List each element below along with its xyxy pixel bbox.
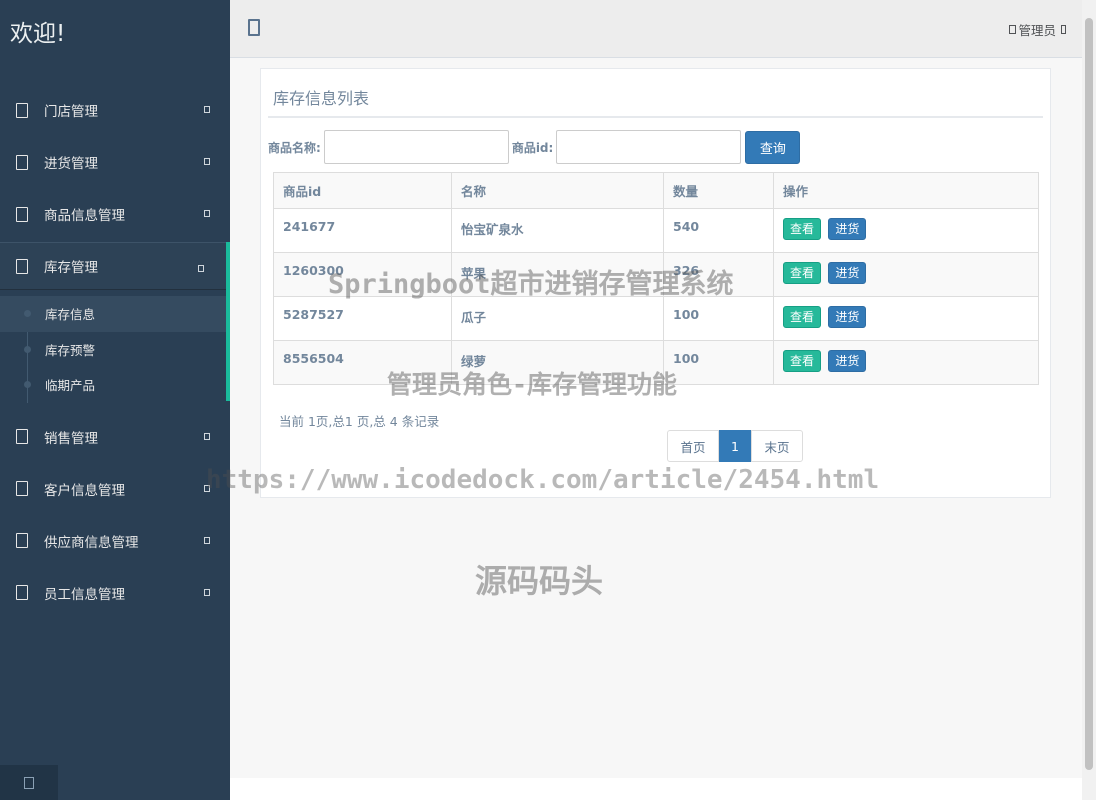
cell-name: 瓜子 — [451, 296, 664, 341]
sidebar-item-label: 客户信息管理 — [44, 482, 125, 499]
sidebar-item-label: 商品信息管理 — [44, 208, 125, 224]
submenu-item-label: 库存信息 — [45, 307, 96, 323]
user-icon — [1009, 25, 1017, 34]
product-icon — [16, 206, 28, 222]
sidebar-item-label: 门店管理 — [44, 104, 98, 120]
customer-icon — [16, 481, 28, 496]
scrollbar-thumb[interactable] — [1085, 18, 1093, 770]
sidebar-item-employee[interactable]: 员工信息管理 — [0, 567, 230, 619]
view-button[interactable]: 查看 — [783, 218, 822, 240]
sidebar-item-label: 销售管理 — [44, 430, 98, 447]
main-content: 库存信息列表 商品名称: 商品id: 查询 商品id 名称 数量 操作 2416… — [230, 58, 1082, 778]
store-icon — [16, 102, 28, 118]
current-page-button[interactable]: 1 — [719, 430, 751, 462]
sidebar-item-store[interactable]: 门店管理 — [0, 84, 230, 136]
submenu-item-inventory-info[interactable]: 库存信息 — [0, 296, 230, 332]
sidebar-item-label: 员工信息管理 — [44, 586, 125, 603]
pagination-info: 当前 1页,总1 页,总 4 条记录 — [279, 414, 440, 429]
page-scrollbar[interactable] — [1082, 0, 1096, 800]
chevron-down-icon — [204, 158, 210, 165]
product-id-label: 商品id: — [511, 140, 554, 155]
view-button[interactable]: 查看 — [783, 306, 822, 328]
user-menu[interactable]: 管理员 — [1009, 20, 1066, 39]
sidebar-item-label: 供应商信息管理 — [44, 534, 139, 551]
cell-actions: 查看 进货 — [773, 340, 1039, 385]
cell-name: 怡宝矿泉水 — [451, 208, 664, 253]
restock-button[interactable]: 进货 — [828, 262, 867, 284]
query-button[interactable]: 查询 — [745, 130, 801, 164]
search-form: 商品名称: 商品id: 查询 — [268, 130, 801, 164]
page-title: 库存信息列表 — [273, 89, 370, 108]
cell-actions: 查看 进货 — [773, 252, 1039, 297]
watermark-url: https://www.icodedock.com/article/2454.h… — [206, 465, 880, 495]
sidebar-item-label: 进货管理 — [44, 156, 98, 172]
watermark-brand: 源码码头 — [475, 562, 604, 600]
bullet-icon — [24, 381, 31, 388]
inventory-submenu: 库存信息 库存预警 临期产品 — [0, 292, 230, 411]
sidebar: 欢迎! 门店管理 进货管理 商品信息管理 库存管理 库存信息 库存预警 临期产品… — [0, 0, 230, 800]
supplier-icon — [16, 533, 28, 548]
sidebar-item-purchase[interactable]: 进货管理 — [0, 136, 230, 188]
cell-actions: 查看 进货 — [773, 208, 1039, 253]
brand-title: 欢迎! — [10, 21, 66, 47]
submenu-item-label: 临期产品 — [45, 378, 96, 394]
chevron-down-icon — [1061, 25, 1066, 34]
chevron-up-icon — [198, 265, 204, 272]
submenu-item-expiring-products[interactable]: 临期产品 — [0, 367, 230, 403]
cell-actions: 查看 进货 — [773, 296, 1039, 341]
sidebar-item-label: 库存管理 — [44, 260, 98, 276]
submenu-item-label: 库存预警 — [45, 342, 96, 358]
sidebar-item-sales[interactable]: 销售管理 — [0, 411, 230, 463]
user-name: 管理员 — [1018, 23, 1056, 38]
footer-strip — [230, 778, 1082, 800]
chevron-down-icon — [204, 432, 210, 440]
chevron-down-icon — [204, 106, 210, 113]
view-button[interactable]: 查看 — [783, 350, 822, 372]
last-page-button[interactable]: 末页 — [751, 430, 803, 462]
table-row: 5287527 瓜子 100 查看 进货 — [273, 296, 1039, 341]
pagination: 首页 1 末页 — [667, 430, 803, 462]
restock-button[interactable]: 进货 — [828, 306, 867, 328]
sidebar-item-inventory[interactable]: 库存管理 — [0, 242, 230, 290]
restock-button[interactable]: 进货 — [828, 350, 867, 372]
bullet-icon — [24, 345, 31, 353]
watermark-title: Springboot超市进销存管理系统 — [328, 269, 734, 300]
cell-quantity: 100 — [663, 296, 774, 341]
sales-icon — [16, 429, 28, 444]
view-button[interactable]: 查看 — [783, 262, 822, 284]
first-page-button[interactable]: 首页 — [667, 430, 719, 462]
table-header-row: 商品id 名称 数量 操作 — [273, 172, 1039, 209]
chevron-down-icon — [204, 210, 210, 217]
bullet-icon — [24, 310, 31, 317]
inventory-icon — [16, 258, 28, 274]
purchase-icon — [16, 154, 28, 170]
watermark-subtitle: 管理员角色-库存管理功能 — [387, 370, 678, 399]
restock-button[interactable]: 进货 — [828, 218, 867, 240]
sidebar-item-product[interactable]: 商品信息管理 — [0, 188, 230, 240]
cell-product-id: 5287527 — [273, 296, 452, 341]
product-id-input[interactable] — [556, 130, 742, 164]
sidebar-item-customer[interactable]: 客户信息管理 — [0, 463, 230, 515]
col-actions: 操作 — [773, 172, 1039, 209]
col-quantity: 数量 — [663, 172, 774, 209]
menu-toggle-icon[interactable] — [248, 19, 260, 36]
chevron-down-icon — [204, 588, 210, 596]
product-name-label: 商品名称: — [268, 140, 321, 155]
cell-quantity: 100 — [663, 340, 774, 385]
logout-icon — [24, 776, 34, 789]
cell-quantity: 540 — [663, 208, 774, 253]
divider — [268, 116, 1043, 118]
col-name: 名称 — [451, 172, 664, 209]
submenu-item-inventory-warning[interactable]: 库存预警 — [0, 332, 230, 368]
top-nav: 管理员 — [230, 0, 1082, 58]
col-product-id: 商品id — [273, 172, 452, 209]
table-row: 241677 怡宝矿泉水 540 查看 进货 — [273, 208, 1039, 253]
employee-icon — [16, 585, 28, 600]
sidebar-footer-button[interactable] — [0, 765, 58, 800]
sidebar-menu: 门店管理 进货管理 商品信息管理 库存管理 库存信息 库存预警 临期产品 销售管… — [0, 84, 230, 619]
cell-product-id: 241677 — [273, 208, 452, 253]
sidebar-item-supplier[interactable]: 供应商信息管理 — [0, 515, 230, 567]
product-name-input[interactable] — [323, 130, 509, 164]
chevron-down-icon — [204, 536, 210, 544]
